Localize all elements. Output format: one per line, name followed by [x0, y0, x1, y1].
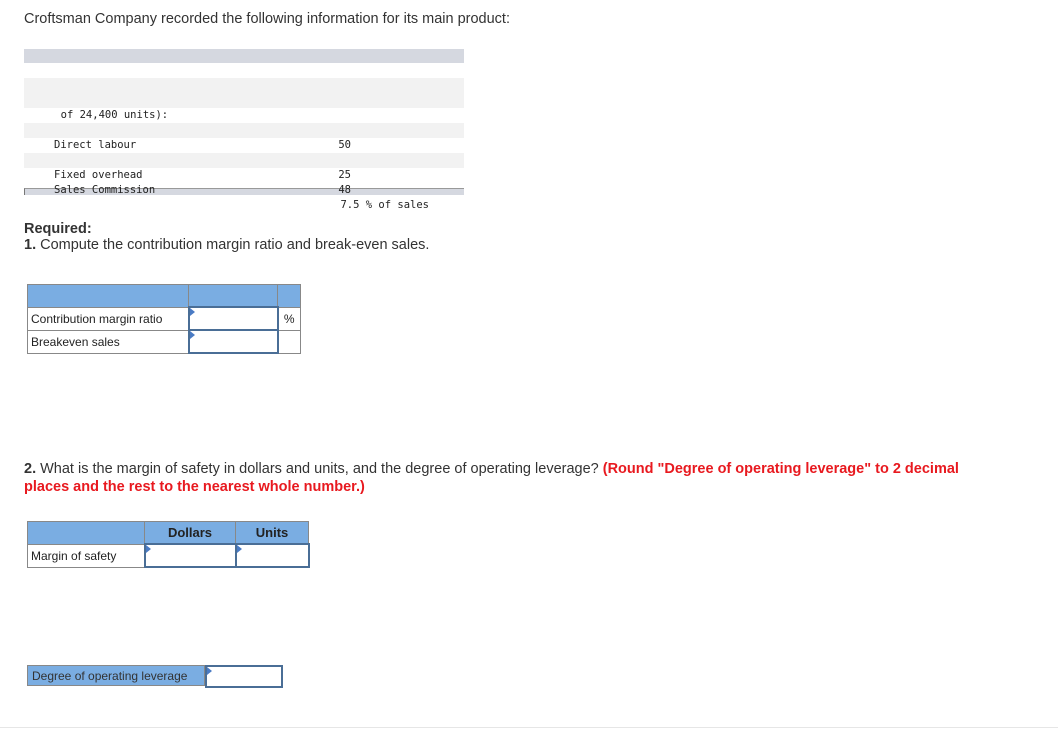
header-cell	[277, 284, 301, 308]
unit-label	[277, 329, 301, 354]
question-number: 1.	[24, 237, 37, 253]
question-2: 2. What is the margin of safety in dolla…	[24, 460, 984, 496]
table-row: Direct material 50	[24, 108, 464, 151]
table-row: Variable overhead 25	[24, 138, 464, 181]
mos-dollars-input[interactable]	[145, 546, 235, 565]
mos-units-input[interactable]	[236, 546, 308, 565]
row-value: 7.5 % of sales	[340, 199, 429, 211]
dol-input[interactable]	[207, 667, 281, 686]
breakeven-sales-input[interactable]	[189, 332, 277, 351]
table-row: Sales Commission 7.5 % of sales	[24, 168, 464, 211]
page-divider	[0, 727, 1058, 728]
question-number: 2.	[24, 461, 37, 477]
unit-label: %	[277, 306, 301, 331]
mos-dollars-cell[interactable]	[143, 543, 237, 568]
question-1: 1. Compute the contribution margin ratio…	[24, 237, 429, 253]
problem-intro: Croftsman Company recorded the following…	[24, 11, 510, 27]
table-row: Breakeven sales	[27, 329, 301, 354]
header-cell	[27, 521, 145, 545]
required-section: Required: 1. Compute the contribution ma…	[24, 221, 429, 253]
question-text: Compute the contribution margin ratio an…	[36, 237, 430, 253]
row-label: Breakeven sales	[27, 329, 189, 354]
row-label: Sales Commission	[54, 184, 156, 196]
header-dollars: Dollars	[144, 521, 236, 545]
breakeven-sales-cell[interactable]	[187, 329, 279, 354]
header-units: Units	[235, 521, 309, 545]
table-row: Margin of safety	[27, 543, 310, 568]
cm-ratio-cell[interactable]	[187, 306, 279, 331]
dol-cell[interactable]	[205, 665, 283, 688]
margin-of-safety-table: Dollars Units Margin of safety	[27, 521, 310, 568]
table-row: Fixed overhead 48	[24, 153, 464, 196]
table-row: Direct labour 30	[24, 123, 464, 166]
flag-marker-icon	[145, 545, 151, 553]
dol-row: Degree of operating leverage	[27, 665, 283, 688]
dol-label: Degree of operating leverage	[27, 665, 205, 686]
table-row: Costs per unit (at the normal capacity	[24, 78, 464, 106]
product-info-table: Selling price per unit $200 Costs per un…	[24, 49, 464, 211]
flag-marker-icon	[236, 545, 242, 553]
required-heading: Required:	[24, 221, 92, 237]
mos-units-cell[interactable]	[234, 543, 310, 568]
header-cell	[27, 284, 189, 308]
flag-marker-icon	[189, 308, 195, 316]
cm-breakeven-table: Contribution margin ratio % Breakeven sa…	[27, 284, 301, 354]
cm-ratio-input[interactable]	[189, 309, 277, 328]
row-label: Margin of safety	[27, 543, 145, 568]
table-row: Selling price per unit $200	[24, 63, 464, 106]
flag-marker-icon	[207, 667, 212, 675]
question-text: What is the margin of safety in dollars …	[36, 461, 603, 477]
table-header-bar	[24, 49, 464, 63]
table-row: of 24,400 units):	[24, 93, 464, 121]
header-cell	[188, 284, 278, 308]
table-row: Contribution margin ratio %	[27, 306, 301, 331]
row-label: Contribution margin ratio	[27, 306, 189, 331]
row-value: 48	[338, 184, 351, 196]
flag-marker-icon	[189, 331, 195, 339]
